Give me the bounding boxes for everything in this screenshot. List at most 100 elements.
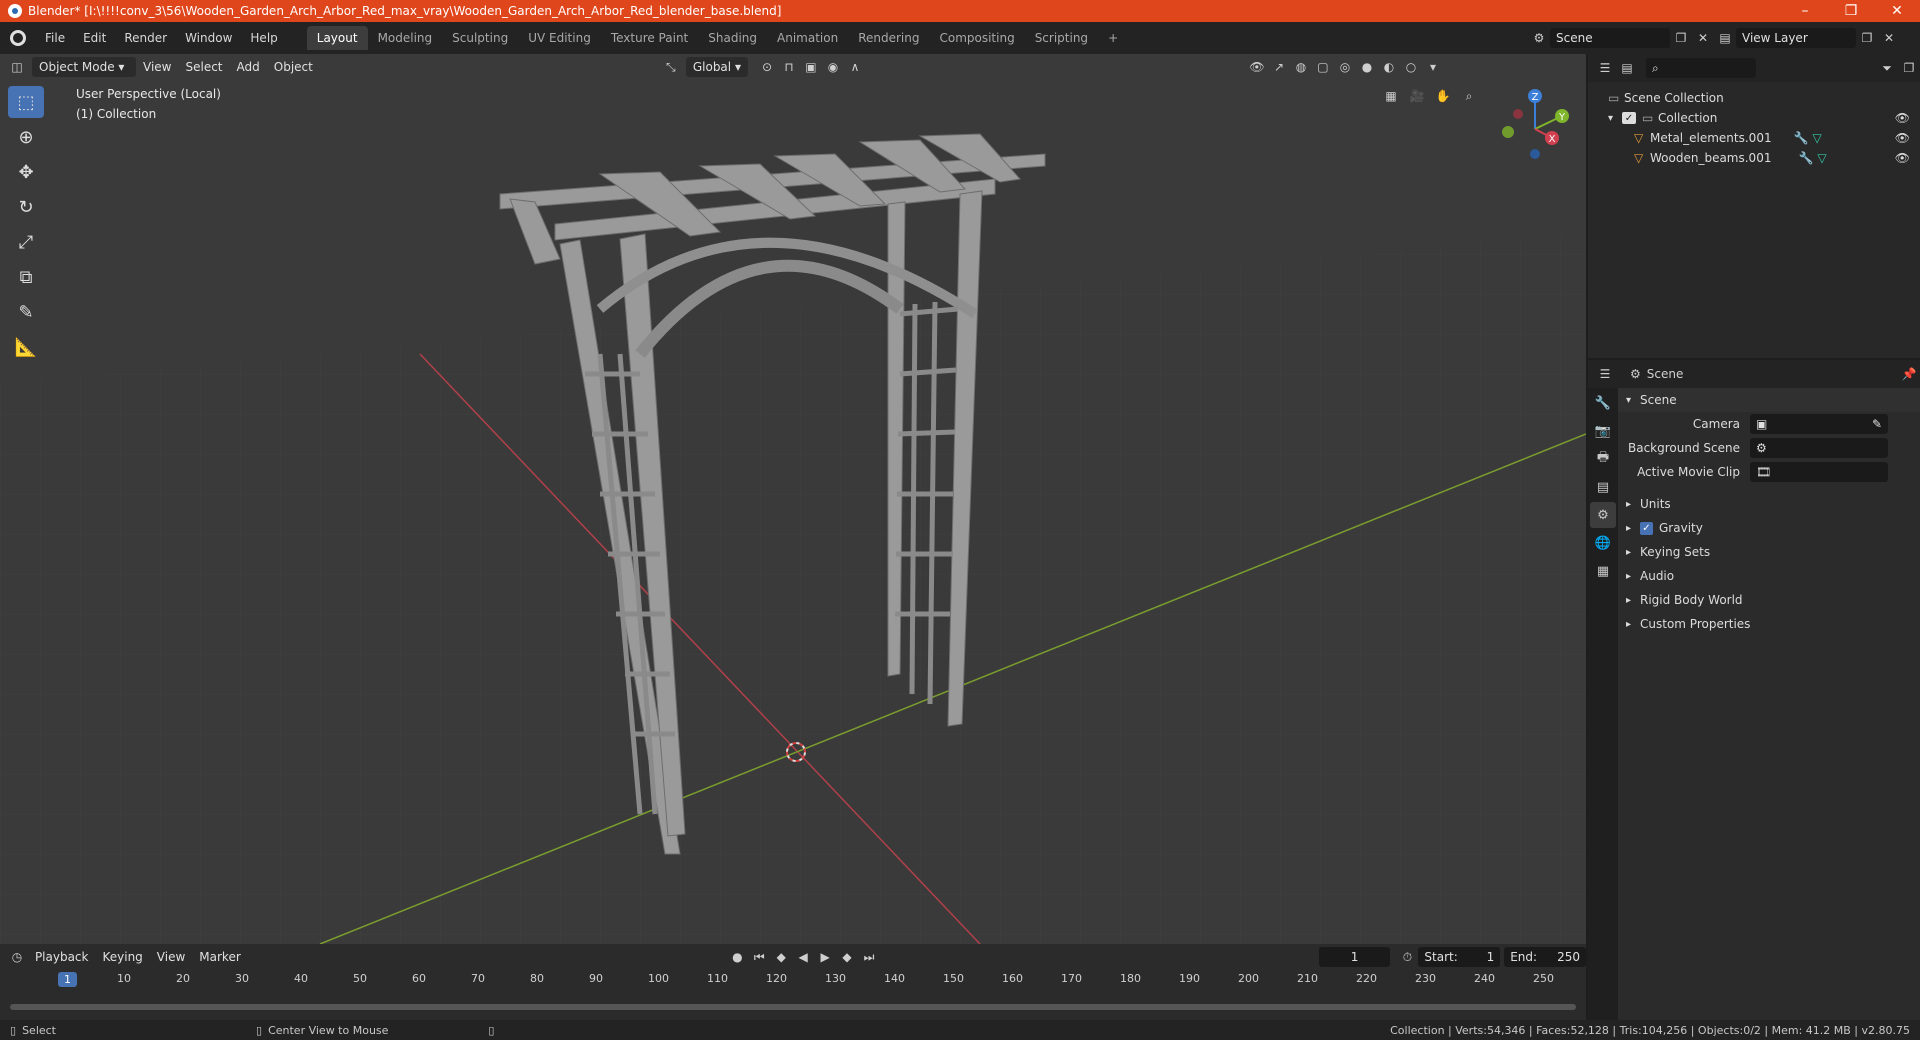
mesh-data-icon[interactable]: ▽ [1817,151,1826,165]
menu-edit[interactable]: Edit [74,27,115,49]
viewport-menu-select[interactable]: Select [178,60,229,74]
new-collection-icon[interactable]: ❐ [1898,58,1920,78]
transform-tool-icon[interactable]: ⧉ [8,261,44,293]
tab-modeling[interactable]: Modeling [368,26,443,50]
active-movie-clip-field[interactable]: 🎞 [1750,462,1888,482]
outliner-search-input[interactable]: ⌕ [1646,58,1756,78]
prev-keyframe-icon[interactable]: ◆ [770,947,792,967]
object-mode-dropdown[interactable]: Object Mode ▾ [32,57,136,77]
camera-field[interactable]: ▣ ✎ [1750,414,1888,434]
modifier-wrench-icon[interactable]: 🔧 [1794,131,1809,145]
panel-gravity[interactable]: ▸ ✓ Gravity [1618,516,1920,540]
annotate-tool-icon[interactable]: ✎ [8,296,44,328]
rotate-tool-icon[interactable]: ↻ [8,191,44,223]
proportional-edit-icon[interactable]: ◉ [822,57,844,77]
output-tab-icon[interactable]: 🖶 [1590,446,1616,472]
tab-uv-editing[interactable]: UV Editing [518,26,601,50]
cursor-tool-icon[interactable]: ⊕ [8,121,44,153]
restore-button[interactable]: ❐ [1828,0,1874,22]
orientation-dropdown[interactable]: Global ▾ [685,57,748,77]
view-layer-tab-icon[interactable]: ▤ [1590,474,1616,500]
menu-render[interactable]: Render [115,27,176,49]
xray-icon[interactable]: ▢ [1312,57,1334,77]
tab-sculpting[interactable]: Sculpting [442,26,518,50]
timeline-menu-playback[interactable]: Playback [28,950,96,964]
navigation-gizmo[interactable]: Z Y X [1490,84,1580,174]
panel-rigid-body-world[interactable]: ▸ Rigid Body World [1618,588,1920,612]
measure-tool-icon[interactable]: 📐 [8,331,44,363]
3d-viewport[interactable] [0,54,1586,944]
render-tab-icon[interactable]: 📷 [1590,418,1616,444]
timeline-scrollbar[interactable] [10,1004,1576,1010]
panel-units[interactable]: ▸ Units [1618,492,1920,516]
object-visibility-eye-icon[interactable]: 👁 [1895,131,1910,145]
next-keyframe-icon[interactable]: ◆ [836,947,858,967]
texture-tab-icon[interactable]: ▦ [1590,558,1616,584]
outliner-scene-collection[interactable]: ▭ Scene Collection [1608,88,1920,108]
outliner-editor-icon[interactable]: ☰ [1594,58,1616,78]
tab-shading[interactable]: Shading [698,26,767,50]
orientation-icon[interactable]: ⤡ [660,57,682,77]
scene-copy-icon[interactable]: ❐ [1670,28,1692,48]
play-reverse-icon[interactable]: ◀ [792,947,814,967]
eyedropper-icon[interactable]: ✎ [1872,414,1882,434]
modifier-wrench-icon[interactable]: 🔧 [1798,151,1813,165]
pan-hand-icon[interactable]: ✋ [1432,86,1454,106]
close-button[interactable]: ✕ [1874,0,1920,22]
scene-remove-icon[interactable]: ✕ [1692,28,1714,48]
play-icon[interactable]: ▶ [814,947,836,967]
editor-type-icon[interactable]: ◫ [6,57,28,77]
move-tool-icon[interactable]: ✥ [8,156,44,188]
panel-scene-header[interactable]: ▾ Scene [1618,388,1920,412]
start-frame-field[interactable]: Start: 1 [1418,947,1501,967]
timeline-editor-icon[interactable]: ◷ [6,947,28,967]
collection-visibility-eye-icon[interactable]: 👁 [1895,111,1910,125]
mesh-data-icon[interactable]: ▽ [1813,131,1822,145]
panel-keying-sets[interactable]: ▸ Keying Sets [1618,540,1920,564]
view-layer-icon[interactable]: ▤ [1714,28,1736,48]
viewport-menu-view[interactable]: View [136,60,178,74]
wireframe-shading-icon[interactable]: ◎ [1334,57,1356,77]
filter-icon[interactable]: ⏷ [1876,58,1898,78]
viewport-menu-object[interactable]: Object [267,60,320,74]
panel-audio[interactable]: ▸ Audio [1618,564,1920,588]
scale-tool-icon[interactable]: ⤢ [8,226,44,258]
timeline-menu-marker[interactable]: Marker [192,950,247,964]
timeline-ruler[interactable]: 1 10 20 30 40 50 60 70 80 90 100 110 120 130 140 150 160… [58,970,1586,992]
object-visibility-eye-icon[interactable]: 👁 [1895,151,1910,165]
view-layer-field[interactable]: View Layer [1736,28,1856,48]
material-shading-icon[interactable]: ◐ [1378,57,1400,77]
view-layer-remove-icon[interactable]: ✕ [1878,28,1900,48]
shading-options-icon[interactable]: ▾ [1422,57,1444,77]
tab-layout[interactable]: Layout [306,26,368,50]
record-icon[interactable]: ● [726,947,748,967]
preview-range-icon[interactable]: ⏱ [1396,947,1418,967]
current-frame-field[interactable]: 1 [1318,947,1391,967]
jump-start-icon[interactable]: ⏮ [748,947,770,967]
tab-rendering[interactable]: Rendering [848,26,929,50]
tab-scripting[interactable]: Scripting [1025,26,1098,50]
add-workspace-button[interactable]: + [1098,26,1128,50]
scene-icon[interactable]: ⚙ [1528,28,1550,48]
pin-icon[interactable]: 📌 [1898,364,1920,384]
collection-checkbox[interactable]: ✓ [1622,112,1636,124]
tab-texture-paint[interactable]: Texture Paint [601,26,698,50]
tool-tab-icon[interactable]: 🔧 [1590,390,1616,416]
snap-target-icon[interactable]: ▣ [800,57,822,77]
gizmo-toggle-icon[interactable]: ↗ [1268,57,1290,77]
view-layer-copy-icon[interactable]: ❐ [1856,28,1878,48]
solid-shading-icon[interactable]: ● [1356,57,1378,77]
timeline-current-frame-marker[interactable]: 1 [58,972,77,987]
tab-animation[interactable]: Animation [767,26,848,50]
snap-icon[interactable]: ⊓ [778,57,800,77]
camera-view-icon[interactable]: 🎥 [1406,86,1428,106]
pivot-icon[interactable]: ⊙ [756,57,778,77]
neg-z-axis-icon[interactable] [1530,149,1540,159]
world-tab-icon[interactable]: 🌐 [1590,530,1616,556]
scene-tab-icon[interactable]: ⚙ [1590,502,1616,528]
zoom-icon[interactable]: ⌕ [1458,86,1480,106]
background-scene-field[interactable]: ⚙ [1750,438,1888,458]
tab-compositing[interactable]: Compositing [929,26,1024,50]
menu-help[interactable]: Help [241,27,286,49]
scene-field[interactable]: Scene [1550,28,1670,48]
